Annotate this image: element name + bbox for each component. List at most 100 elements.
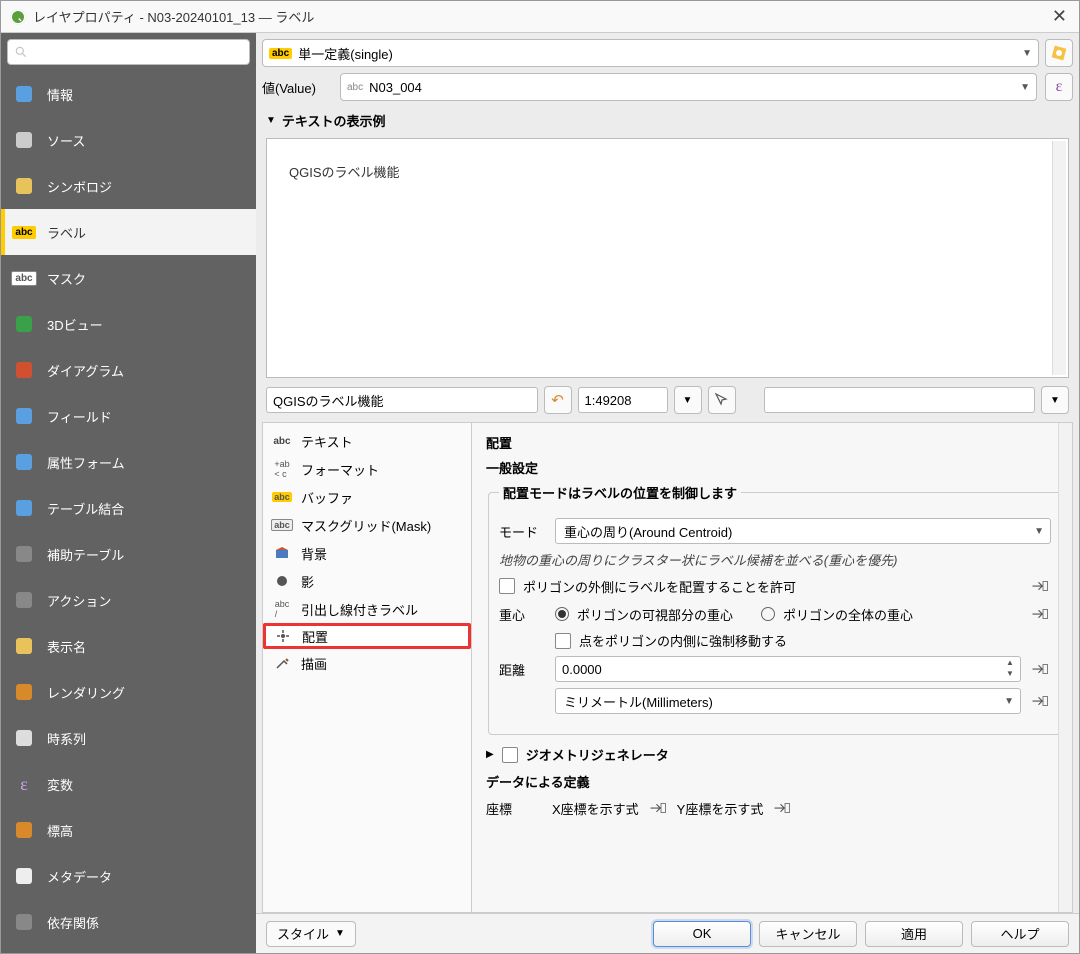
- data-defined-button[interactable]: [771, 797, 793, 819]
- tab-placement[interactable]: 配置: [263, 623, 471, 649]
- data-defined-title: データによる定義: [486, 772, 1064, 791]
- sidebar-item-label: レンダリング: [47, 683, 125, 702]
- preview-text-input[interactable]: [266, 387, 538, 413]
- sidebar-item-3d[interactable]: 3Dビュー: [1, 301, 256, 347]
- pick-scale-button[interactable]: [708, 386, 736, 414]
- sidebar-item-label: 標高: [47, 821, 73, 840]
- sidebar-item-elev[interactable]: 標高: [1, 807, 256, 853]
- ok-button[interactable]: OK: [653, 921, 751, 947]
- centroid-whole-radio[interactable]: [761, 607, 775, 621]
- expression-button[interactable]: ε: [1045, 73, 1073, 101]
- abc-badge-icon: abc: [269, 48, 292, 59]
- mode-select[interactable]: 重心の周り(Around Centroid) ▼: [555, 518, 1051, 544]
- allow-outside-checkbox[interactable]: [499, 578, 515, 594]
- distance-unit: ミリメートル(Millimeters): [564, 692, 713, 711]
- render-icon: [13, 681, 35, 703]
- tab-maskgrid[interactable]: abcマスクグリッド(Mask): [263, 511, 471, 539]
- spin-down-icon[interactable]: ▼: [1002, 669, 1018, 680]
- value-label: 値(Value): [262, 78, 332, 97]
- distance-unit-select[interactable]: ミリメートル(Millimeters) ▼: [555, 688, 1021, 714]
- sidebar-item-var[interactable]: ε変数: [1, 761, 256, 807]
- field-type-icon: abc: [347, 82, 363, 93]
- bg-dd-button[interactable]: ▼: [1041, 386, 1069, 414]
- sidebar-item-label: 変数: [47, 775, 73, 794]
- chevron-down-icon: ▼: [1004, 696, 1014, 707]
- data-defined-button[interactable]: [1029, 658, 1051, 680]
- centroid-visible-radio[interactable]: [555, 607, 569, 621]
- tab-abc[interactable]: abcテキスト: [263, 427, 471, 455]
- sidebar-item-meta[interactable]: メタデータ: [1, 853, 256, 899]
- sidebar-item-form[interactable]: 属性フォーム: [1, 439, 256, 485]
- spin-up-icon[interactable]: ▲: [1002, 658, 1018, 669]
- sidebar-item-diagram[interactable]: ダイアグラム: [1, 347, 256, 393]
- preview-header: テキストの表示例: [282, 111, 386, 130]
- sidebar-item-label: 表示名: [47, 637, 86, 656]
- sidebar: 情報ソースシンボロジ abcラベルabcマスク3Dビューダイアグラムフィールド属性…: [1, 33, 256, 953]
- sidebar-item-label: 属性フォーム: [47, 453, 125, 472]
- help-button[interactable]: ヘルプ: [971, 921, 1069, 947]
- form-icon: [13, 451, 35, 473]
- preview-scale-combo[interactable]: 1:49208: [578, 387, 668, 413]
- pane-scrollbar[interactable]: [1058, 423, 1072, 912]
- apply-button[interactable]: 適用: [865, 921, 963, 947]
- reset-preview-button[interactable]: ↶: [544, 386, 572, 414]
- value-field-combo[interactable]: abc N03_004 ▼: [340, 73, 1037, 101]
- sidebar-item-label: マスク: [47, 269, 86, 288]
- style-label: スタイル: [277, 924, 329, 943]
- sidebar-item-action[interactable]: アクション: [1, 577, 256, 623]
- tab-format[interactable]: +ab< cフォーマット: [263, 455, 471, 483]
- data-defined-button[interactable]: [1029, 575, 1051, 597]
- sidebar-item-temporal[interactable]: 時系列: [1, 715, 256, 761]
- abc-icon: abc: [273, 432, 291, 450]
- data-defined-button[interactable]: [1029, 690, 1051, 712]
- format-icon: +ab< c: [273, 460, 291, 478]
- search-icon: [14, 45, 28, 59]
- preview-scrollbar[interactable]: [1052, 141, 1066, 375]
- sidebar-item-label: 依存関係: [47, 913, 99, 932]
- labeling-engine-button[interactable]: [1045, 39, 1073, 67]
- labeling-mode-combo[interactable]: abc 単一定義(single) ▼: [262, 39, 1039, 67]
- centroid-visible-label: ポリゴンの可視部分の重心: [577, 605, 733, 624]
- chevron-down-icon: ▼: [335, 928, 345, 939]
- allow-outside-label: ポリゴンの外側にラベルを配置することを許可: [523, 577, 1021, 596]
- sidebar-item-label[interactable]: abcラベル: [1, 209, 256, 255]
- join-icon: [13, 497, 35, 519]
- sidebar-item-fields[interactable]: フィールド: [1, 393, 256, 439]
- scale-dd-button[interactable]: ▼: [674, 386, 702, 414]
- sidebar-item-display[interactable]: 表示名: [1, 623, 256, 669]
- sidebar-item-label: シンボロジ: [47, 177, 112, 196]
- tab-bg[interactable]: 背景: [263, 539, 471, 567]
- close-icon[interactable]: ✕: [1048, 6, 1071, 27]
- preview-bg-combo[interactable]: [764, 387, 1036, 413]
- sidebar-item-join[interactable]: テーブル結合: [1, 485, 256, 531]
- data-defined-button[interactable]: [1029, 603, 1051, 625]
- cancel-button[interactable]: キャンセル: [759, 921, 857, 947]
- sidebar-search[interactable]: [7, 39, 250, 65]
- sidebar-item-label: ダイアグラム: [47, 361, 124, 380]
- style-menu-button[interactable]: スタイル ▼: [266, 921, 356, 947]
- pane-title: 配置: [486, 433, 1064, 452]
- sidebar-item-source[interactable]: ソース: [1, 117, 256, 163]
- sidebar-item-symbology[interactable]: シンボロジ: [1, 163, 256, 209]
- sidebar-item-label: メタデータ: [47, 867, 112, 886]
- distance-spinbox[interactable]: 0.0000 ▲▼: [555, 656, 1021, 682]
- force-inside-checkbox[interactable]: [555, 633, 571, 649]
- mode-label: モード: [499, 522, 547, 541]
- geom-gen-label: ジオメトリジェネレータ: [526, 745, 669, 764]
- geom-gen-collapser[interactable]: ▶ ジオメトリジェネレータ: [486, 745, 1064, 764]
- sidebar-item-info[interactable]: 情報: [1, 71, 256, 117]
- sidebar-item-render[interactable]: レンダリング: [1, 669, 256, 715]
- sidebar-item-mask[interactable]: abcマスク: [1, 255, 256, 301]
- geom-gen-checkbox[interactable]: [502, 747, 518, 763]
- tab-render[interactable]: 描画: [263, 649, 471, 677]
- mode-value: 重心の周り(Around Centroid): [564, 522, 732, 541]
- tab-buffer[interactable]: abcバッファ: [263, 483, 471, 511]
- preview-collapser[interactable]: ▼ テキストの表示例: [256, 107, 1079, 134]
- tab-shadow[interactable]: 影: [263, 567, 471, 595]
- coord-label: 座標: [486, 799, 544, 818]
- tab-label: 影: [301, 572, 314, 591]
- tab-callout[interactable]: abc/引出し線付きラベル: [263, 595, 471, 623]
- data-defined-button[interactable]: [647, 797, 669, 819]
- sidebar-item-dep[interactable]: 依存関係: [1, 899, 256, 945]
- sidebar-item-aux[interactable]: 補助テーブル: [1, 531, 256, 577]
